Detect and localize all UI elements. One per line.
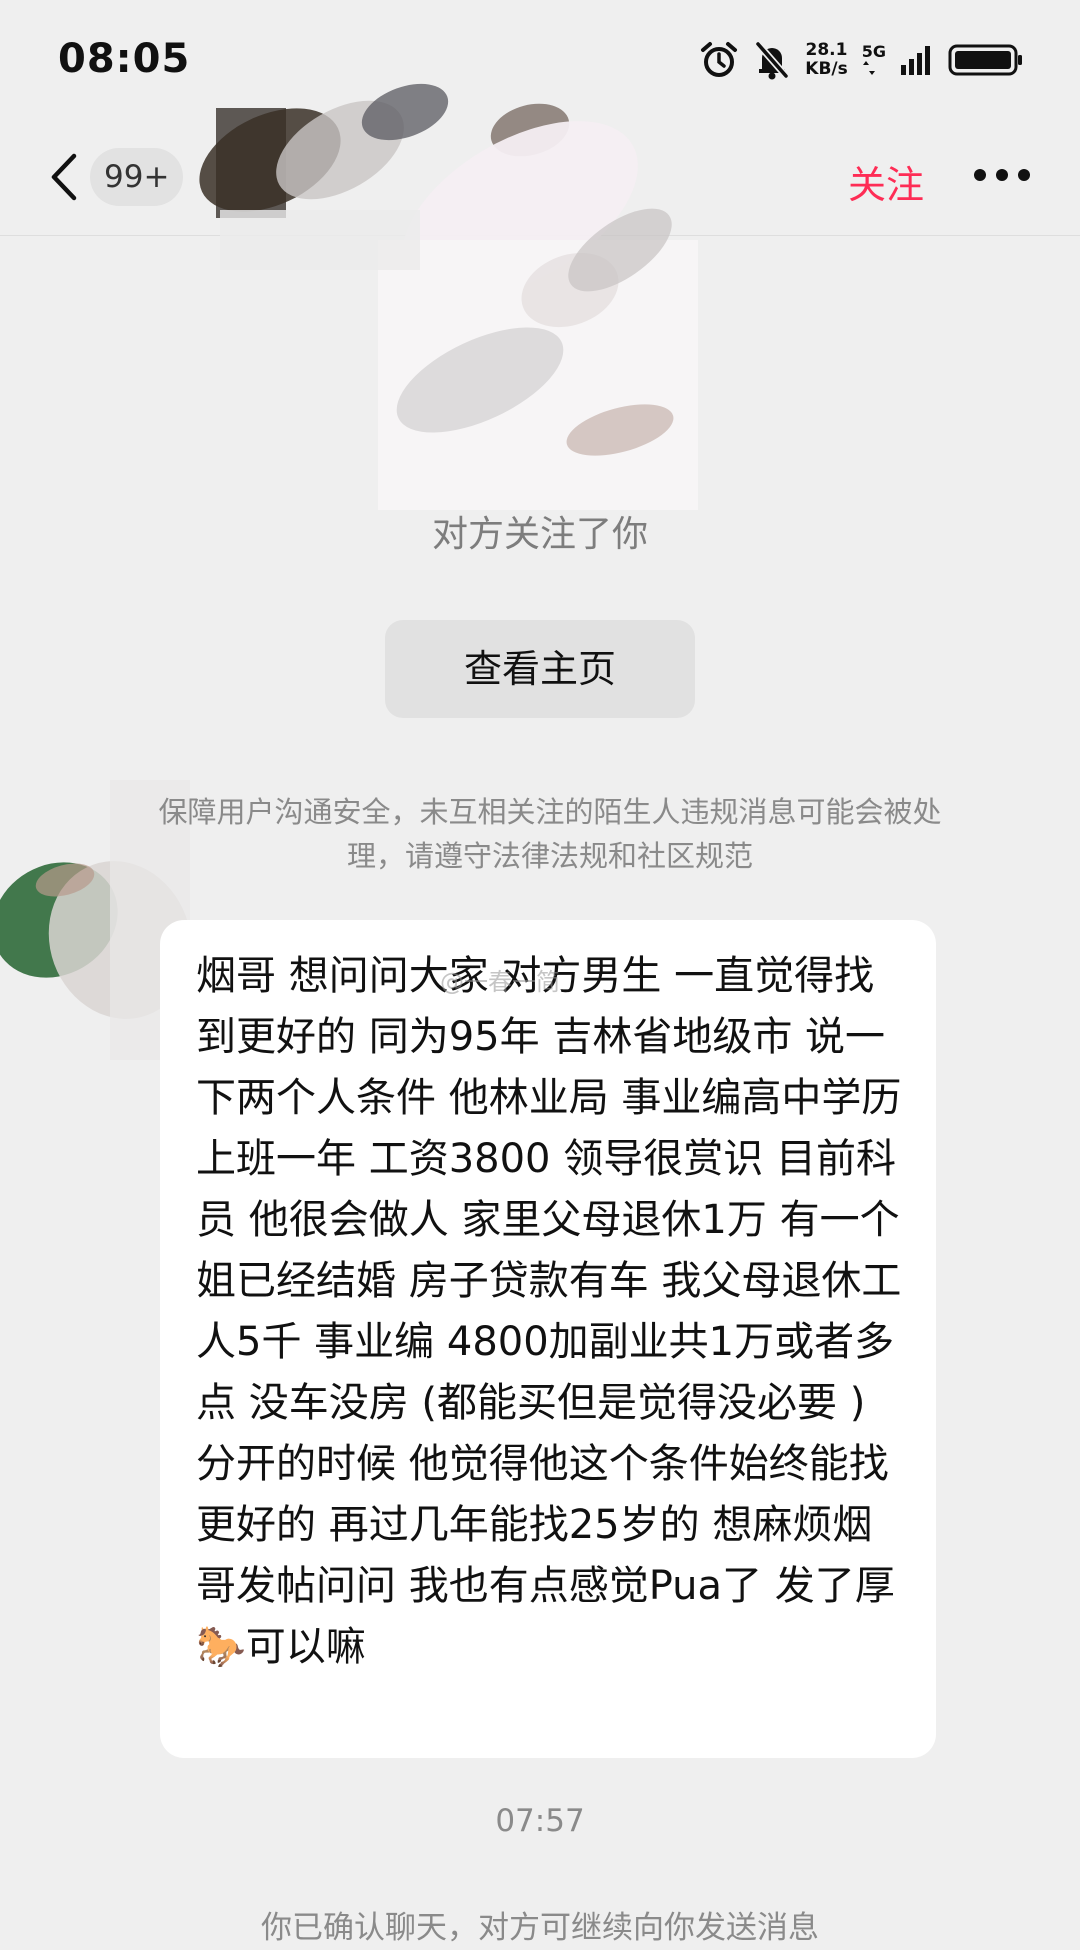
watermark: @一春一简 — [440, 968, 560, 996]
network-indicator: 5G — [862, 44, 886, 76]
follow-button[interactable]: 关注 — [848, 154, 924, 209]
status-icons: 28.1 KB/s 5G — [699, 38, 1024, 82]
alarm-icon — [699, 40, 739, 80]
chat-confirmed-notice: 你已确认聊天，对方可继续向你发送消息 — [261, 1910, 819, 1946]
view-profile-button[interactable]: 查看主页 — [385, 620, 695, 718]
more-options-button[interactable] — [972, 160, 1032, 190]
network-speed-value: 28.1 — [805, 40, 848, 60]
chat-header: 99+ 关注 — [0, 110, 1080, 236]
battery-icon — [948, 43, 1024, 77]
network-speed: 28.1 KB/s — [805, 41, 847, 79]
network-speed-unit: KB/s — [805, 59, 848, 79]
back-button[interactable] — [44, 150, 84, 204]
message-timestamp: 07:57 — [495, 1803, 585, 1839]
followed-you-notice: 对方关注了你 — [431, 514, 648, 555]
signal-icon — [900, 45, 934, 75]
message-bubble[interactable]: 烟哥 想问问大家 对方男生 一直觉得找到更好的 同为95年 吉林省地级市 说一下… — [160, 920, 936, 1758]
status-bar: 08:05 28.1 KB/s 5G — [0, 0, 1080, 110]
network-type-label: 5G — [861, 42, 886, 61]
safety-notice: 保障用户沟通安全，未互相关注的陌生人违规消息可能会被处理，请遵守法律法规和社区规… — [158, 795, 942, 873]
data-arrows-icon — [862, 60, 876, 76]
unread-count-badge[interactable]: 99+ — [90, 148, 184, 206]
message-text: 烟哥 想问问大家 对方男生 一直觉得找到更好的 同为95年 吉林省地级市 说一下… — [196, 953, 902, 1670]
more-dots-icon — [974, 169, 1030, 181]
status-time: 08:05 — [58, 36, 191, 82]
back-chevron-icon — [51, 153, 77, 201]
mute-bell-icon — [753, 40, 791, 80]
